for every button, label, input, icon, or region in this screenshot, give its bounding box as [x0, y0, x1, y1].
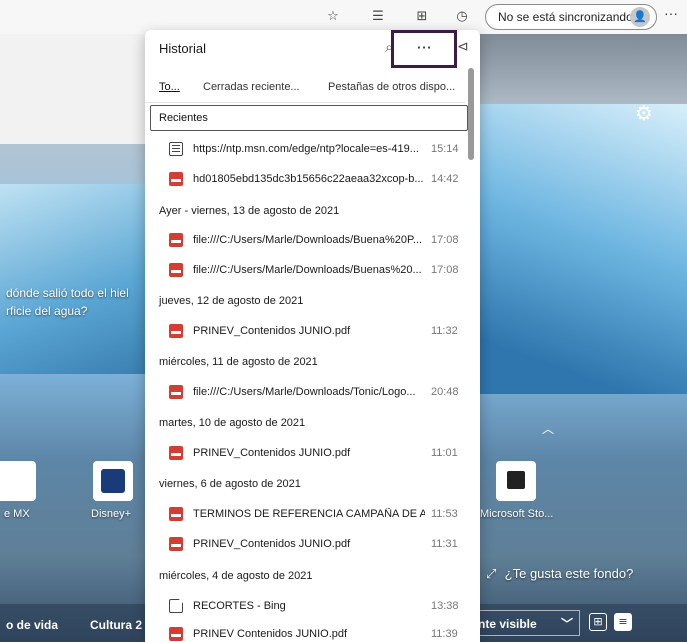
- tab-other-devices[interactable]: Pestañas de otros dispo...: [328, 81, 455, 93]
- story-line-2: rficie del agua?: [6, 304, 88, 318]
- scrollbar-thumb[interactable]: [468, 68, 474, 160]
- history-entry[interactable]: hd01805ebd135dc3b15656c22aeaa32xcop-b...…: [145, 165, 465, 195]
- history-title: Historial: [159, 41, 206, 56]
- history-entry[interactable]: TERMINOS DE REFERENCIA CAMPAÑA DE AW... …: [145, 500, 465, 530]
- history-entry-time: 20:48: [431, 386, 459, 398]
- history-entry-time: 17:08: [431, 234, 459, 246]
- quick-link-label-disney: Disney+: [91, 508, 132, 520]
- date-heading: martes, 10 de agosto de 2021: [159, 417, 306, 429]
- date-heading: miércoles, 4 de agosto de 2021: [159, 570, 313, 582]
- history-tabs: To... Cerradas reciente... Pestañas de o…: [145, 76, 465, 102]
- chevron-up-icon[interactable]: ︿: [542, 420, 554, 437]
- story-line-1: dónde salió todo el hiel: [6, 286, 129, 300]
- history-entry-title: PRINEV Contenidos JUNIO.pdf: [193, 628, 348, 640]
- pdf-icon: [169, 172, 183, 186]
- list-view-icon[interactable]: ≡: [614, 613, 632, 631]
- pdf-icon: [169, 324, 183, 338]
- pdf-icon: [169, 233, 183, 247]
- history-entry-title: https://ntp.msn.com/edge/ntp?locale=es-4…: [193, 143, 419, 155]
- history-entry[interactable]: PRINEV Contenidos JUNIO.pdf 11:39: [145, 620, 465, 642]
- tabs-divider: [145, 102, 465, 103]
- page-settings-icon[interactable]: ⚙: [632, 101, 656, 125]
- history-entry-time: 11:31: [431, 538, 458, 550]
- pdf-icon: [169, 507, 183, 521]
- sync-button[interactable]: No se está sincronizando 👤: [485, 4, 657, 30]
- quick-link-label-store: Microsoft Sto...: [480, 508, 554, 520]
- history-entry[interactable]: PRINEV_Contenidos JUNIO.pdf 11:31: [145, 530, 465, 560]
- history-more-options-button[interactable]: ···: [391, 30, 457, 68]
- favorite-icon[interactable]: ☆: [323, 7, 343, 27]
- quick-link-label-1: e MX: [4, 508, 30, 520]
- history-entry-title: file:///C:/Users/Marle/Downloads/Buena%2…: [193, 234, 423, 246]
- history-entry-title: hd01805ebd135dc3b15656c22aeaa32xcop-b...: [193, 173, 424, 185]
- history-entry-time: 11:53: [431, 508, 458, 520]
- quick-link-tile-store[interactable]: [496, 461, 536, 501]
- chevron-down-icon: ﹀: [560, 617, 573, 631]
- background-image-left: [0, 184, 148, 374]
- header-band: [0, 34, 148, 144]
- avatar-icon: 👤: [630, 7, 650, 27]
- browser-toolbar: ☆ ☰ ⊞ ◷ No se está sincronizando 👤 ···: [0, 0, 687, 34]
- history-entry-title: PRINEV_Contenidos JUNIO.pdf: [193, 325, 351, 337]
- history-panel: Historial ⌕ ··· ⊲ To... Cerradas recient…: [145, 30, 480, 642]
- date-heading: jueves, 12 de agosto de 2021: [159, 295, 304, 307]
- history-entry-time: 13:38: [431, 600, 459, 612]
- expand-icon: ⤢: [486, 567, 505, 582]
- like-background-link[interactable]: ⤢ ¿Te gusta este fondo?: [486, 566, 633, 582]
- history-entry[interactable]: file:///C:/Users/Marle/Downloads/Buenas%…: [145, 256, 465, 286]
- history-entry-title: TERMINOS DE REFERENCIA CAMPAÑA DE AW...: [193, 508, 425, 520]
- history-entry-time: 11:39: [431, 628, 458, 640]
- pdf-icon: [169, 263, 183, 277]
- background-image-right: [478, 104, 687, 394]
- quick-link-tile-1[interactable]: [0, 461, 36, 501]
- history-entry[interactable]: file:///C:/Users/Marle/Downloads/Buena%2…: [145, 226, 465, 256]
- document-icon: [169, 599, 183, 613]
- like-background-label: ¿Te gusta este fondo?: [504, 566, 634, 581]
- date-heading: viernes, 6 de agosto de 2021: [159, 478, 301, 490]
- history-entry[interactable]: PRINEV_Contenidos JUNIO.pdf 11:32: [145, 317, 465, 347]
- collections-icon[interactable]: ⊞: [412, 7, 432, 27]
- history-entry-time: 11:01: [431, 447, 458, 459]
- webpage-icon: [169, 142, 183, 156]
- history-entry-time: 15:14: [431, 143, 459, 155]
- history-icon[interactable]: ◷: [452, 7, 472, 27]
- grid-view-icon[interactable]: ⊞: [589, 613, 607, 631]
- store-icon: [507, 471, 525, 489]
- sync-label: No se está sincronizando: [498, 10, 633, 24]
- favorites-list-icon[interactable]: ☰: [368, 7, 388, 27]
- pin-history-icon[interactable]: ⊲: [457, 39, 469, 55]
- history-entry-title: file:///C:/Users/Marle/Downloads/Buenas%…: [193, 264, 422, 276]
- quick-link-tile-disney[interactable]: [93, 461, 133, 501]
- news-story-link[interactable]: dónde salió todo el hiel rficie del agua…: [6, 284, 129, 320]
- history-entry[interactable]: file:///C:/Users/Marle/Downloads/Tonic/L…: [145, 378, 465, 408]
- history-entry-time: 17:08: [431, 264, 459, 276]
- history-entry-title: file:///C:/Users/Marle/Downloads/Tonic/L…: [193, 386, 416, 398]
- pdf-icon: [169, 446, 183, 460]
- feed-tab-2[interactable]: Cultura 2: [90, 618, 142, 632]
- recent-section-header[interactable]: Recientes: [150, 105, 468, 131]
- content-visibility-button[interactable]: nte visible ﹀: [478, 610, 580, 636]
- history-entry-time: 14:42: [431, 173, 459, 185]
- history-entry-time: 11:32: [431, 325, 458, 337]
- tab-all[interactable]: To...: [159, 81, 180, 93]
- history-entry-title: RECORTES - Bing: [193, 600, 286, 612]
- pdf-icon: [169, 385, 183, 399]
- history-entry-title: PRINEV_Contenidos JUNIO.pdf: [193, 538, 351, 550]
- browser-more-button[interactable]: ···: [664, 5, 678, 21]
- tab-recently-closed[interactable]: Cerradas reciente...: [203, 81, 300, 93]
- pdf-icon: [169, 627, 183, 641]
- date-heading: miércoles, 11 de agosto de 2021: [159, 356, 318, 368]
- history-entry[interactable]: RECORTES - Bing 13:38: [145, 592, 465, 622]
- disney-logo-icon: [101, 469, 125, 493]
- feed-tab-1[interactable]: o de vida: [6, 618, 58, 632]
- pdf-icon: [169, 537, 183, 551]
- history-entry-title: PRINEV_Contenidos JUNIO.pdf: [193, 447, 351, 459]
- history-entry[interactable]: PRINEV_Contenidos JUNIO.pdf 11:01: [145, 439, 465, 469]
- history-entry[interactable]: https://ntp.msn.com/edge/ntp?locale=es-4…: [145, 135, 465, 165]
- date-heading: Ayer - viernes, 13 de agosto de 2021: [159, 205, 340, 217]
- visibility-label: nte visible: [478, 617, 537, 631]
